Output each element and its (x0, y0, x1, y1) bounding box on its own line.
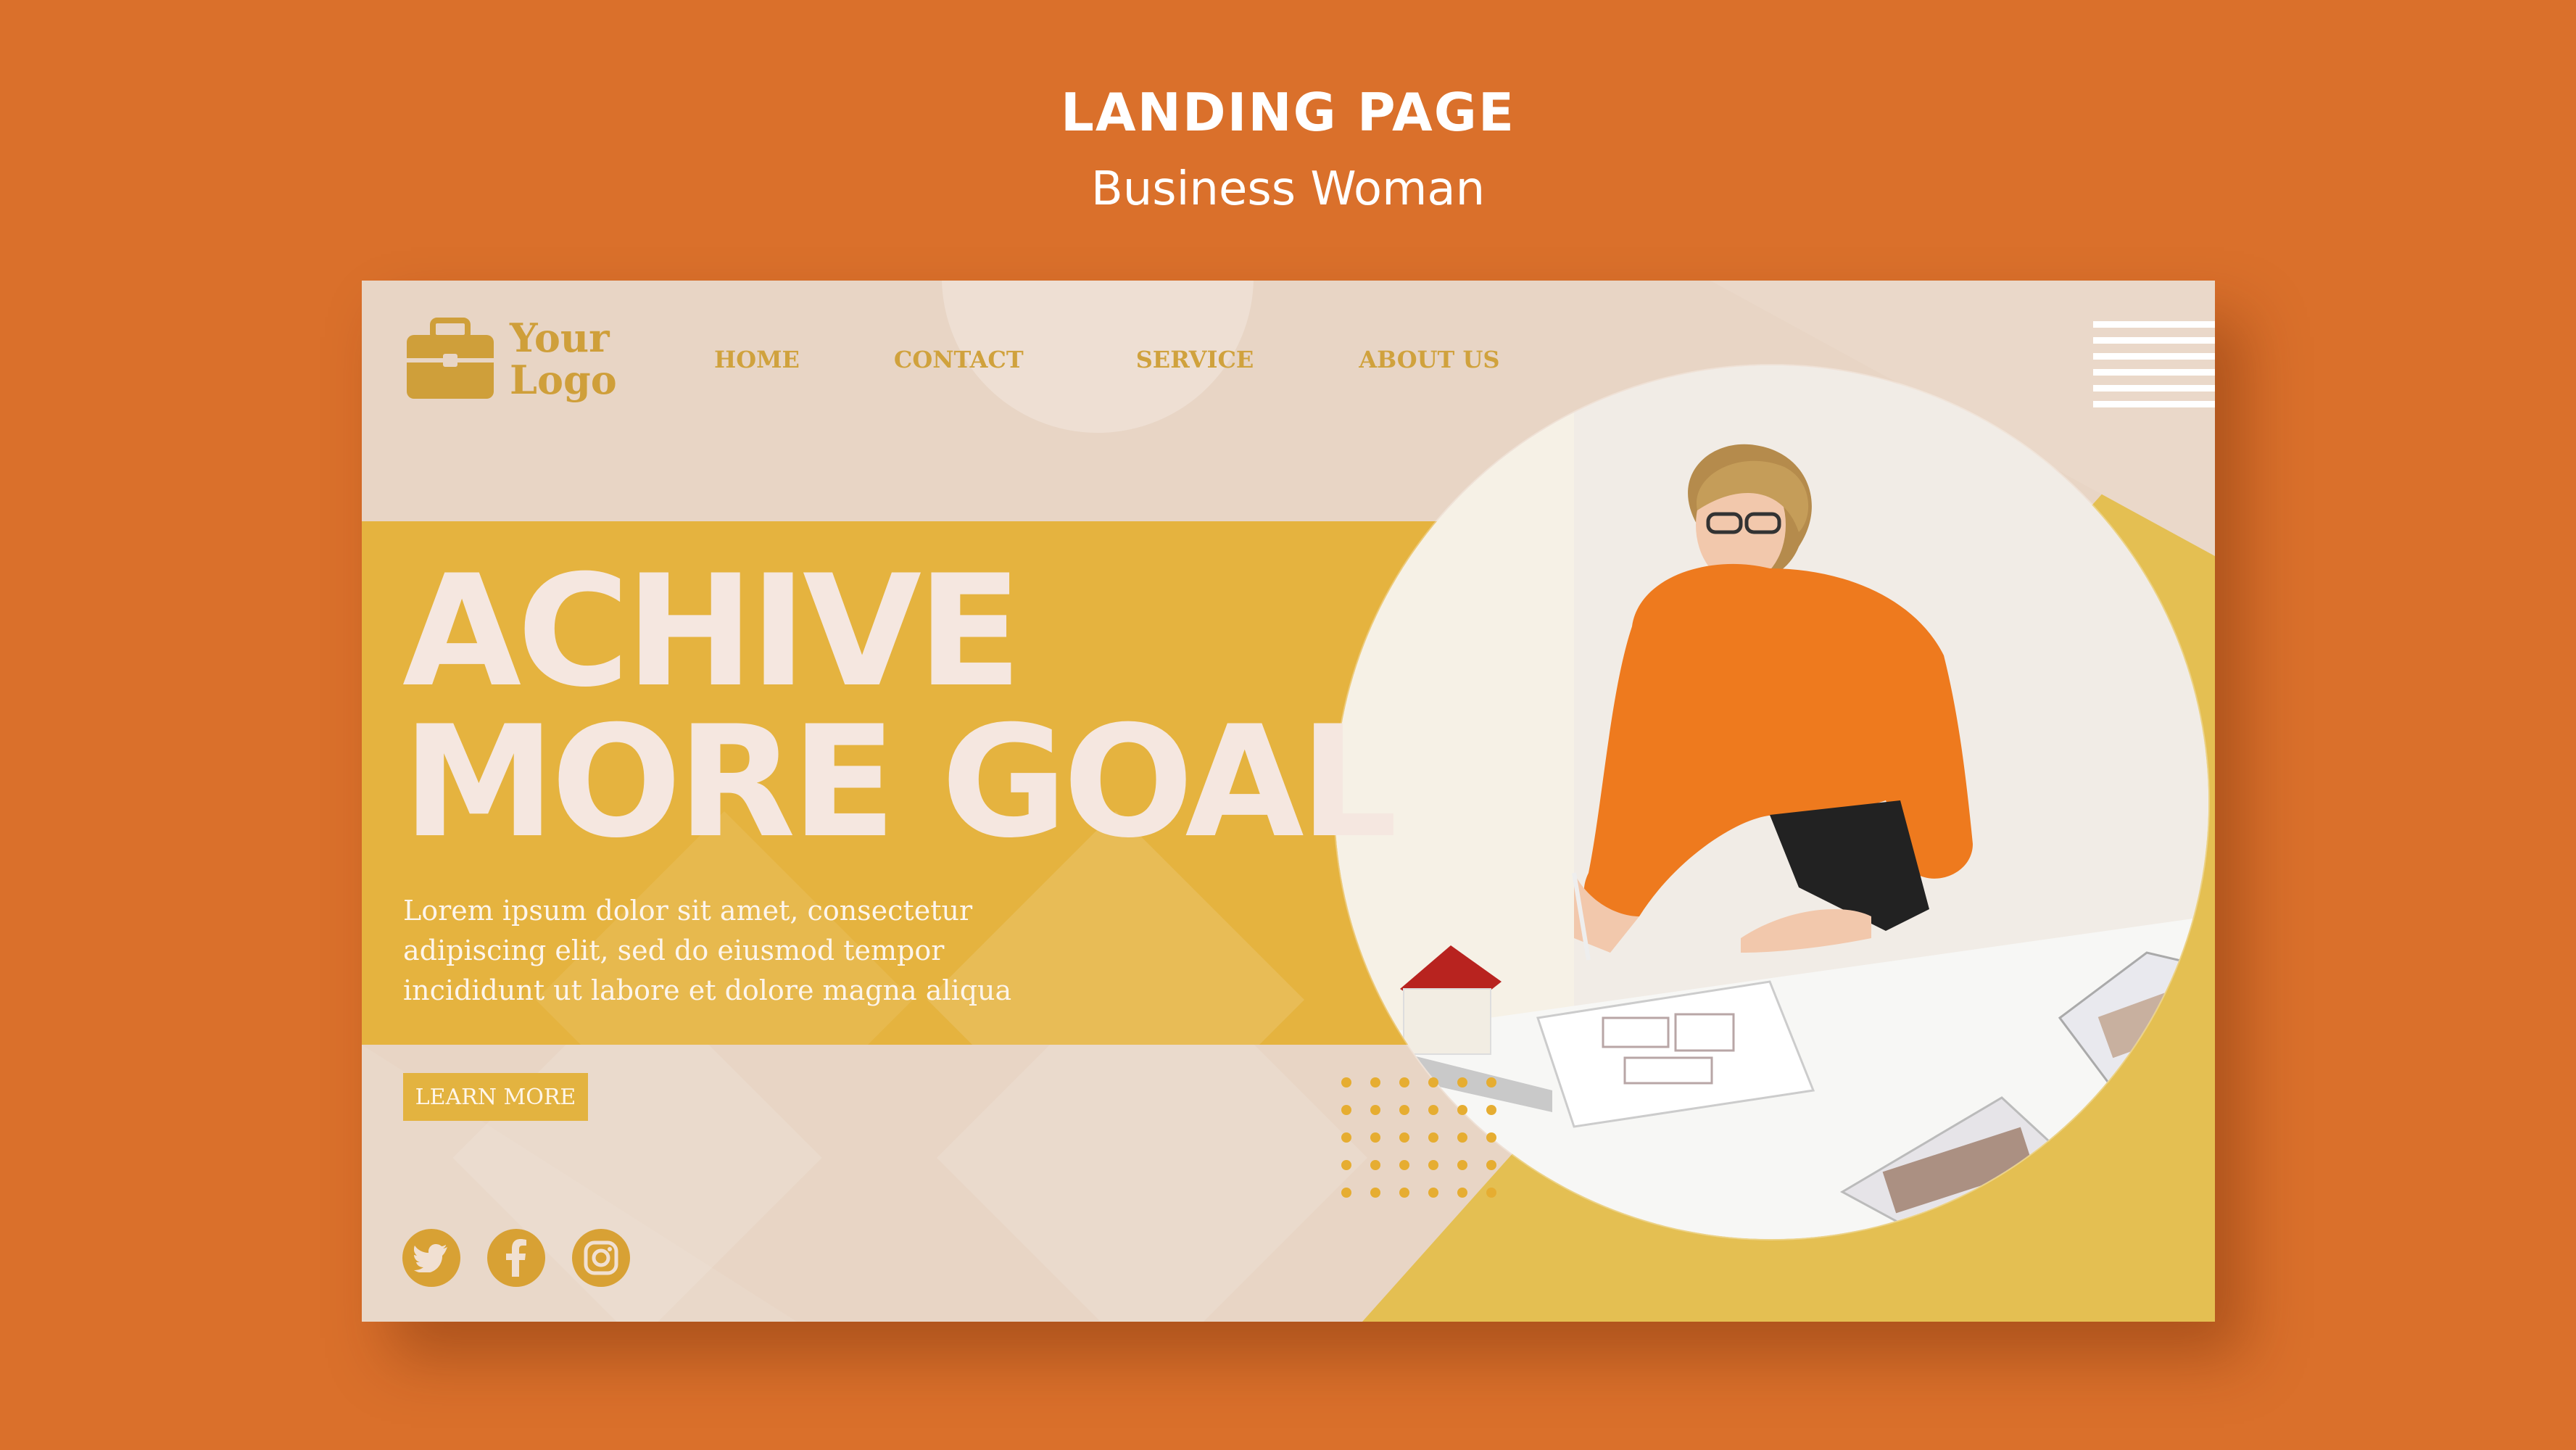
hero-headline: ACHIVE MORE GOAL (402, 542, 1398, 871)
learn-more-button[interactable]: LEARN MORE (403, 1073, 588, 1121)
page-header: LANDING PAGE Business Woman (0, 76, 2576, 225)
page-title: LANDING PAGE (1061, 82, 1515, 143)
headline-line-2: MORE GOAL (402, 692, 1398, 871)
headline-line-1: ACHIVE (402, 542, 1022, 721)
social-links (402, 1229, 657, 1287)
brand-logo[interactable]: Your Logo (405, 317, 626, 401)
body-line-1: Lorem ipsum dolor sit amet, consectetur (403, 895, 973, 927)
body-line-3: incididunt ut labore et dolore magna ali… (403, 974, 1012, 1006)
main-nav: HOME CONTACT SERVICE ABOUT US (714, 346, 1500, 373)
logo-line-1: Your (510, 315, 610, 361)
landing-page-mockup: Your Logo HOME CONTACT SERVICE ABOUT US … (362, 281, 2215, 1322)
logo-text: Your Logo (510, 317, 626, 401)
nav-service[interactable]: SERVICE (1136, 346, 1254, 373)
page-subtitle: Business Woman (1090, 162, 1486, 216)
briefcase-icon (407, 318, 494, 399)
twitter-icon[interactable] (402, 1229, 460, 1287)
decorative-dots (1341, 1077, 1496, 1198)
hero-body-text: Lorem ipsum dolor sit amet, consectetur … (403, 891, 1056, 1011)
nav-home[interactable]: HOME (714, 346, 800, 373)
menu-stripes-icon[interactable] (2093, 321, 2215, 423)
nav-about-us[interactable]: ABOUT US (1359, 346, 1499, 373)
facebook-icon[interactable] (487, 1229, 545, 1287)
instagram-icon[interactable] (572, 1229, 630, 1287)
logo-line-2: Logo (510, 357, 617, 403)
body-line-2: adipiscing elit, sed do eiusmod tempor (403, 935, 945, 966)
nav-contact[interactable]: CONTACT (894, 346, 1024, 373)
